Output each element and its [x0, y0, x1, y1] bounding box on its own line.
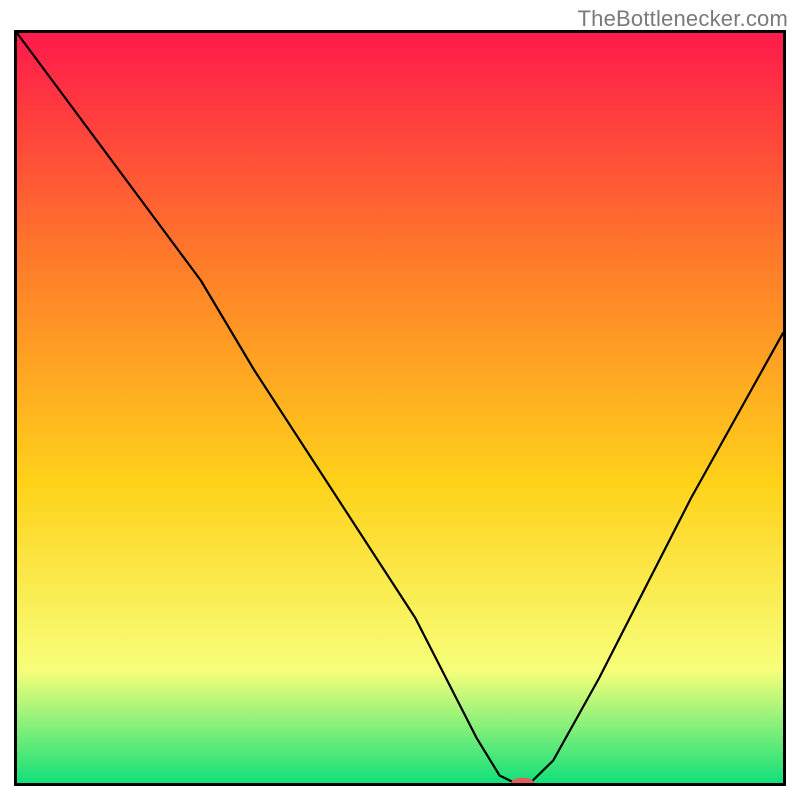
plot-svg [17, 33, 783, 783]
gradient-background [17, 33, 783, 783]
plot-frame [14, 30, 786, 786]
chart-stage: TheBottlenecker.com [0, 0, 800, 800]
watermark-text: TheBottlenecker.com [578, 6, 788, 32]
